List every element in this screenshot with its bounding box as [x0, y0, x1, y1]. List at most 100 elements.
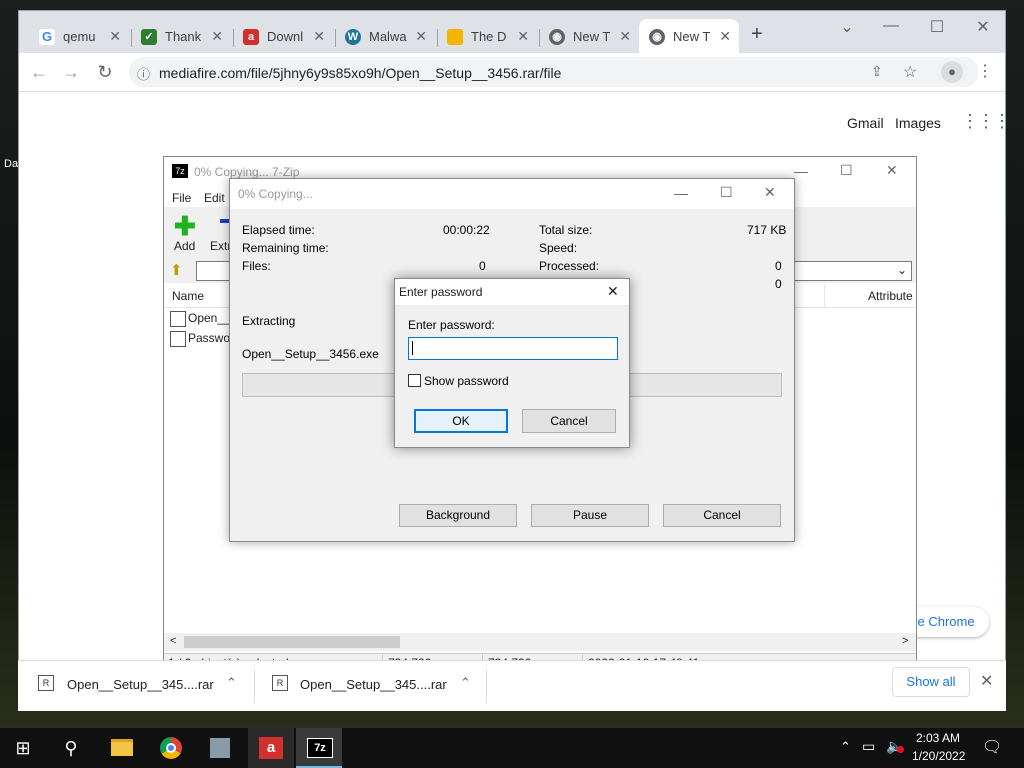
- desktop-icon-label[interactable]: Da: [4, 158, 18, 170]
- tab-the-d[interactable]: The D ✕: [437, 19, 537, 53]
- close-icon[interactable]: ✕: [980, 671, 993, 691]
- minimize-button[interactable]: —: [871, 17, 911, 35]
- folder-up-icon[interactable]: ⬆: [170, 261, 183, 279]
- menu-file[interactable]: File: [172, 191, 191, 205]
- avira-icon[interactable]: a: [248, 728, 294, 768]
- omnibox[interactable]: ⓘ mediafire.com/file/5jhny6y9s85xo9h/Ope…: [129, 57, 979, 87]
- download-separator: [486, 669, 487, 703]
- close-icon[interactable]: ✕: [719, 28, 731, 45]
- cancel-button[interactable]: Cancel: [522, 409, 616, 433]
- password-title-bar: Enter password ✕: [395, 279, 629, 305]
- processed-label: Processed:: [539, 259, 600, 273]
- close-button[interactable]: ✕: [886, 162, 898, 179]
- 7zip-taskbar-icon[interactable]: 7z: [296, 728, 342, 768]
- mute-badge: [897, 746, 904, 753]
- background-button[interactable]: Background: [399, 504, 517, 527]
- tab-thank[interactable]: ✓ Thank ✕: [131, 19, 231, 53]
- operation-label: Extracting: [242, 314, 296, 328]
- images-link[interactable]: Images: [895, 115, 941, 131]
- folder-icon: [447, 29, 463, 45]
- clock-date[interactable]: 1/20/2022: [912, 749, 965, 763]
- tab-search-icon[interactable]: ⌄: [827, 17, 867, 37]
- close-icon[interactable]: ✕: [109, 28, 121, 45]
- close-icon[interactable]: ✕: [313, 28, 325, 45]
- tab-strip: G qemu ✕ ✓ Thank ✕ a Downl ✕ W Malwa ✕ T…: [19, 11, 1005, 53]
- forward-icon[interactable]: →: [59, 61, 83, 85]
- tab-new-tab[interactable]: ◉ New T ✕: [539, 19, 639, 53]
- file-explorer-icon[interactable]: [98, 728, 144, 768]
- maximize-button[interactable]: ☐: [840, 162, 853, 179]
- scroll-thumb[interactable]: [184, 636, 400, 648]
- chevron-up-icon[interactable]: ⌃: [840, 739, 851, 755]
- back-icon[interactable]: ←: [27, 61, 51, 85]
- close-icon[interactable]: ✕: [415, 28, 427, 45]
- network-icon[interactable]: ▭: [862, 738, 875, 755]
- pause-button[interactable]: Pause: [531, 504, 649, 527]
- minimize-button[interactable]: —: [794, 163, 808, 179]
- close-icon[interactable]: ✕: [517, 28, 529, 45]
- search-icon[interactable]: ⚲: [48, 728, 94, 768]
- chrome-icon[interactable]: [148, 728, 194, 768]
- password-title: Enter password: [399, 285, 483, 299]
- extra-value: 0: [775, 277, 782, 291]
- text-file-icon: [170, 331, 186, 347]
- new-tab-button[interactable]: +: [751, 23, 763, 46]
- gmail-link[interactable]: Gmail: [847, 115, 884, 131]
- tab-new-tab-active[interactable]: ◉ New T ✕: [639, 19, 739, 53]
- horizontal-scrollbar[interactable]: < >: [164, 633, 916, 651]
- scroll-left-icon[interactable]: <: [170, 635, 176, 647]
- close-icon[interactable]: ✕: [211, 28, 223, 45]
- tab-malware[interactable]: W Malwa ✕: [335, 19, 435, 53]
- tab-download[interactable]: a Downl ✕: [233, 19, 333, 53]
- reload-icon[interactable]: ↻: [93, 61, 117, 85]
- tab-label: The D: [471, 29, 507, 44]
- close-window-button[interactable]: ✕: [963, 17, 1003, 37]
- add-plus-icon[interactable]: ✚: [174, 211, 196, 242]
- file-name: Passwor: [188, 331, 235, 345]
- wordpress-icon: W: [345, 29, 361, 45]
- password-dialog: Enter password ✕ Enter password: Show pa…: [394, 278, 630, 448]
- tab-label: qemu: [63, 29, 96, 44]
- close-icon[interactable]: ✕: [607, 283, 619, 300]
- cancel-copy-button[interactable]: Cancel: [663, 504, 781, 527]
- 7zip-title: 0% Copying... 7-Zip: [194, 165, 300, 179]
- close-button[interactable]: ✕: [764, 184, 776, 201]
- menu-kebab-icon[interactable]: ⋮: [977, 61, 993, 81]
- show-password-label[interactable]: Show password: [424, 374, 509, 388]
- elapsed-label: Elapsed time:: [242, 223, 315, 237]
- bookmark-star-icon[interactable]: ☆: [903, 62, 917, 82]
- tab-qemu[interactable]: G qemu ✕: [29, 19, 129, 53]
- google-icon: G: [39, 29, 55, 45]
- close-icon[interactable]: ✕: [619, 28, 631, 45]
- chevron-up-icon[interactable]: ⌃: [226, 675, 237, 691]
- ok-button[interactable]: OK: [414, 409, 508, 433]
- url-text[interactable]: mediafire.com/file/5jhny6y9s85xo9h/Open_…: [159, 65, 561, 81]
- speed-label: Speed:: [539, 241, 578, 255]
- windows-start-icon[interactable]: ⊞: [0, 728, 46, 768]
- maximize-button[interactable]: ☐: [720, 184, 733, 201]
- chevron-up-icon[interactable]: ⌃: [460, 675, 471, 691]
- show-all-button[interactable]: Show all: [892, 667, 970, 697]
- share-icon[interactable]: ⇪: [871, 63, 883, 80]
- notification-icon[interactable]: 🗨: [982, 737, 1002, 757]
- clock-time[interactable]: 2:03 AM: [916, 731, 960, 745]
- column-attributes[interactable]: Attribute: [868, 289, 913, 303]
- scroll-right-icon[interactable]: >: [902, 635, 908, 647]
- update-chrome-label: ze Chrome: [911, 614, 975, 629]
- column-name[interactable]: Name: [172, 289, 204, 303]
- apps-grid-icon[interactable]: ⋮⋮⋮: [961, 111, 1011, 132]
- info-icon[interactable]: ⓘ: [137, 64, 150, 83]
- add-button-label[interactable]: Add: [174, 239, 195, 253]
- chevron-down-icon[interactable]: ⌄: [897, 263, 907, 277]
- show-password-checkbox[interactable]: [408, 374, 421, 387]
- download-item[interactable]: R Open__Setup__345....rar ⌃: [262, 671, 478, 701]
- password-input[interactable]: [408, 337, 618, 360]
- download-item[interactable]: R Open__Setup__345....rar ⌃: [28, 671, 244, 701]
- menu-edit[interactable]: Edit: [204, 191, 225, 205]
- tab-label: New T: [573, 29, 611, 44]
- maximize-button[interactable]: ☐: [917, 17, 957, 37]
- app-icon[interactable]: [198, 728, 244, 768]
- profile-avatar-icon[interactable]: ●: [941, 61, 963, 83]
- 7zip-icon: 7z: [172, 164, 188, 178]
- minimize-button[interactable]: —: [674, 185, 688, 201]
